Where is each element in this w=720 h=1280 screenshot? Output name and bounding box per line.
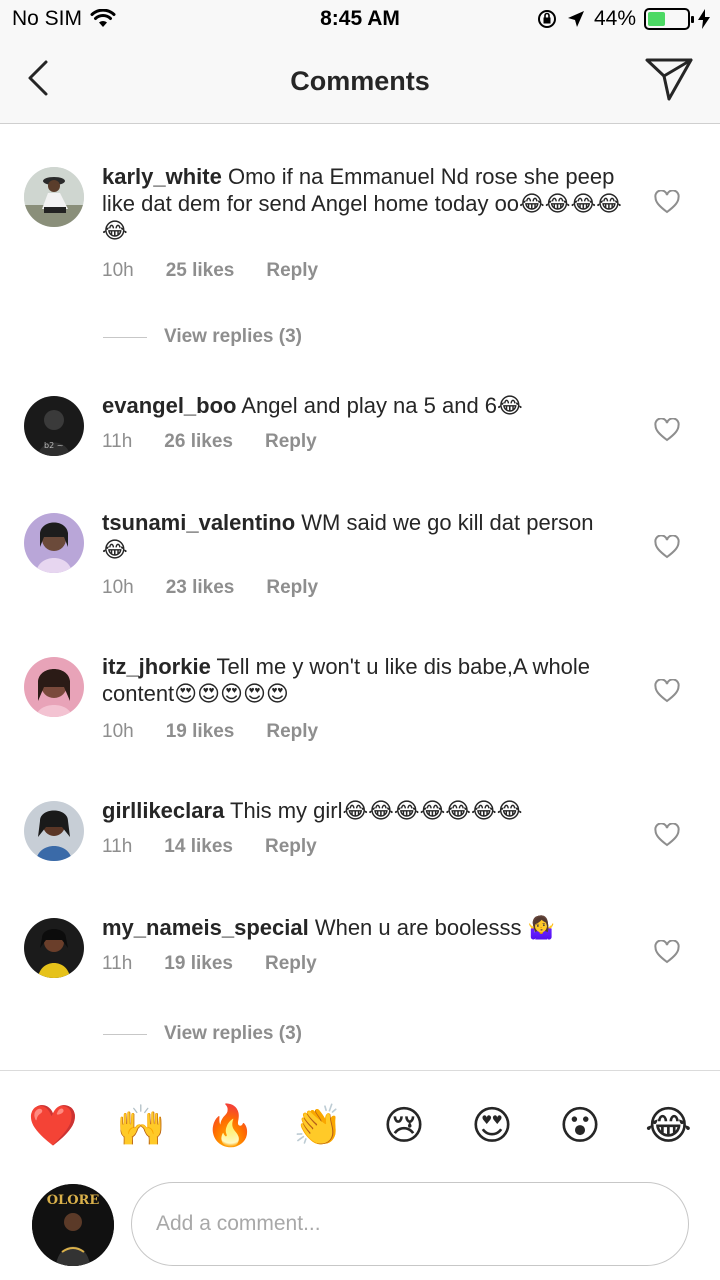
comment-likes[interactable]: 23 likes — [166, 577, 235, 599]
location-arrow-icon — [567, 11, 584, 27]
comment-likes[interactable]: 14 likes — [164, 836, 233, 858]
comment-body: karly_white Omo if na Emmanuel Nd rose s… — [102, 163, 622, 282]
comment-username[interactable]: girllikeclara — [102, 798, 224, 823]
current-user-avatar[interactable]: OLORE — [32, 1184, 114, 1266]
comment-meta: 10h 19 likes Reply — [102, 721, 622, 743]
comment-meta: 10h 23 likes Reply — [102, 577, 622, 599]
emoji-fire-button[interactable]: 🔥 — [205, 1103, 255, 1149]
emoji-crying-button[interactable]: 😢 — [381, 1103, 427, 1149]
like-heart-icon[interactable] — [654, 823, 680, 847]
comment-username[interactable]: tsunami_valentino — [102, 510, 295, 535]
emoji-laughing-button[interactable]: 😂 — [645, 1103, 692, 1149]
divider — [103, 336, 147, 338]
comment-time: 10h — [102, 721, 134, 742]
comment-meta: 11h 26 likes Reply — [102, 431, 622, 453]
orientation-lock-icon — [537, 10, 556, 28]
view-replies-label: View replies (3) — [164, 326, 302, 347]
add-comment-input[interactable] — [131, 1182, 689, 1266]
avatar-logo-text: OLORE — [47, 1193, 100, 1208]
comment-body: tsunami_valentino WM said we go kill dat… — [102, 509, 622, 599]
comment-body: evangel_boo Angel and play na 5 and 6😂 1… — [102, 392, 622, 453]
comment-composer: OLORE — [0, 1180, 720, 1280]
status-bar: No SIM 8:45 AM 44% — [0, 0, 720, 40]
navigation-header: Comments — [0, 40, 720, 124]
comment-body: itz_jhorkie Tell me y won't u like dis b… — [102, 653, 622, 743]
comment-username[interactable]: itz_jhorkie — [102, 654, 211, 679]
comment-text-block: karly_white Omo if na Emmanuel Nd rose s… — [102, 163, 622, 244]
comment-text-block: girllikeclara This my girl😂😂😂😂😂😂😂 — [102, 797, 622, 824]
comment-time: 11h — [102, 431, 133, 452]
avatar-photo: OLORE — [32, 1184, 114, 1266]
avatar-photo — [24, 918, 84, 978]
avatar[interactable] — [24, 801, 84, 861]
avatar-photo — [24, 657, 84, 717]
avatar[interactable] — [24, 657, 84, 717]
reply-button[interactable]: Reply — [266, 260, 318, 282]
comment-text: This my girl😂😂😂😂😂😂😂 — [224, 798, 523, 823]
comment-time: 11h — [102, 953, 133, 974]
avatar[interactable] — [24, 513, 84, 573]
battery-percent: 44% — [593, 7, 636, 30]
comment-likes[interactable]: 19 likes — [164, 953, 233, 975]
avatar-photo — [24, 513, 84, 573]
reply-button[interactable]: Reply — [265, 836, 317, 858]
comment-meta: 11h 19 likes Reply — [102, 953, 622, 975]
quick-emoji-bar: ❤️ 🙌 🔥 👏 😢 😍 😮 😂 — [0, 1070, 720, 1180]
comment-meta: 10h 25 likes Reply — [102, 260, 622, 282]
emoji-raising-hands-button[interactable]: 🙌 — [116, 1103, 166, 1149]
reply-button[interactable]: Reply — [265, 953, 317, 975]
svg-text:b2 ~: b2 ~ — [44, 441, 63, 450]
comment-likes[interactable]: 19 likes — [166, 721, 235, 743]
comment-body: my_nameis_special When u are boolesss 🤷‍… — [102, 914, 622, 975]
emoji-heart-button[interactable]: ❤️ — [28, 1103, 78, 1149]
comment-username[interactable]: my_nameis_special — [102, 915, 309, 940]
avatar-photo — [24, 167, 84, 227]
avatar[interactable] — [24, 918, 84, 978]
comment-meta: 11h 14 likes Reply — [102, 836, 622, 858]
avatar-photo — [24, 801, 84, 861]
comment-text: When u are boolesss 🤷‍♀️ — [308, 915, 555, 940]
like-heart-icon[interactable] — [654, 418, 680, 442]
avatar-photo: b2 ~ — [24, 396, 84, 456]
comment-username[interactable]: evangel_boo — [102, 393, 236, 418]
comment-username[interactable]: karly_white — [102, 164, 222, 189]
direct-send-icon[interactable] — [644, 56, 694, 102]
view-replies-button[interactable]: View replies (3) — [103, 322, 302, 352]
status-right: 44% — [536, 7, 710, 31]
comment-text-block: tsunami_valentino WM said we go kill dat… — [102, 509, 622, 563]
comment-likes[interactable]: 25 likes — [166, 260, 235, 282]
comment-text-block: itz_jhorkie Tell me y won't u like dis b… — [102, 653, 622, 707]
comment-body: girllikeclara This my girl😂😂😂😂😂😂😂 11h 14… — [102, 797, 622, 858]
comment-likes[interactable]: 26 likes — [164, 431, 233, 453]
comment-time: 11h — [102, 836, 133, 857]
emoji-clapping-button[interactable]: 👏 — [293, 1103, 343, 1149]
comment-text-block: my_nameis_special When u are boolesss 🤷‍… — [102, 914, 622, 941]
battery-level — [648, 12, 665, 26]
divider — [103, 1033, 147, 1035]
page-title: Comments — [290, 66, 430, 96]
battery-icon — [644, 8, 694, 30]
emoji-surprised-button[interactable]: 😮 — [557, 1103, 603, 1149]
view-replies-label: View replies (3) — [164, 1023, 302, 1044]
comment-time: 10h — [102, 260, 134, 281]
avatar[interactable]: b2 ~ — [24, 396, 84, 456]
like-heart-icon[interactable] — [654, 535, 680, 559]
reply-button[interactable]: Reply — [266, 577, 318, 599]
like-heart-icon[interactable] — [654, 190, 680, 214]
like-heart-icon[interactable] — [654, 679, 680, 703]
emoji-heart-eyes-button[interactable]: 😍 — [469, 1103, 515, 1149]
avatar[interactable] — [24, 167, 84, 227]
like-heart-icon[interactable] — [654, 940, 680, 964]
comment-time: 10h — [102, 577, 134, 598]
view-replies-button[interactable]: View replies (3) — [103, 1019, 302, 1049]
reply-button[interactable]: Reply — [265, 431, 317, 453]
charging-bolt-icon — [698, 9, 710, 29]
comment-text-block: evangel_boo Angel and play na 5 and 6😂 — [102, 392, 622, 419]
comment-text: Angel and play na 5 and 6😂 — [236, 393, 523, 418]
reply-button[interactable]: Reply — [266, 721, 318, 743]
